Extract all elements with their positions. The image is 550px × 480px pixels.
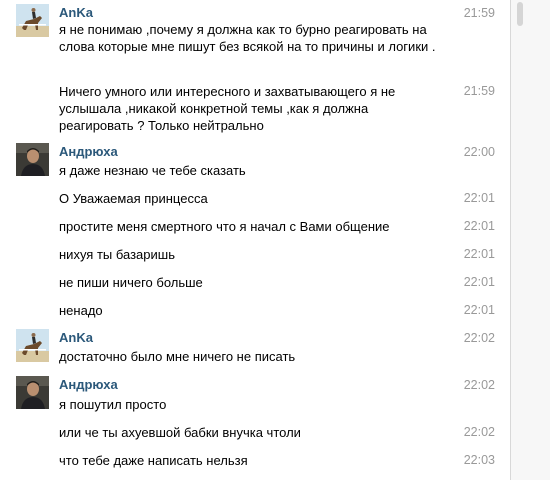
scrollbar[interactable] [510, 0, 550, 480]
message-time[interactable]: 22:01 [455, 275, 495, 289]
message-text: простите меня смертного что я начал с Ва… [59, 219, 390, 234]
message-time[interactable]: 22:01 [455, 303, 495, 317]
message-time[interactable]: 21:59 [455, 84, 495, 98]
message-text: не пиши ничего больше [59, 275, 203, 290]
message-time[interactable]: 22:01 [455, 191, 495, 205]
message-author[interactable]: AnKa [59, 330, 93, 345]
man-photo-avatar-icon [16, 376, 49, 409]
message-author[interactable]: Андрюха [59, 144, 118, 159]
horse-rider-avatar-icon [16, 4, 49, 37]
scrollbar-thumb[interactable] [517, 2, 523, 26]
man-photo-avatar-icon [16, 143, 49, 176]
message-text: достаточно было мне ничего не писать [59, 349, 296, 364]
message-text: О Уважаемая принцесса [59, 191, 208, 206]
message-time[interactable]: 22:02 [455, 425, 495, 439]
message-time[interactable]: 22:01 [455, 219, 495, 233]
message-text: я пошутил просто [59, 397, 167, 412]
avatar-andryukha[interactable] [16, 376, 49, 409]
message-time[interactable]: 22:02 [455, 331, 495, 345]
message-text: нихуя ты базаришь [59, 247, 175, 262]
message-text: я даже незнаю че тебе сказать [59, 163, 246, 178]
message-text: я не понимаю ,почему я должна как то бур… [59, 22, 436, 54]
message-time[interactable]: 22:00 [455, 145, 495, 159]
message-text: ненадо [59, 303, 103, 318]
message-time[interactable]: 22:02 [455, 378, 495, 392]
avatar-anka[interactable] [16, 329, 49, 362]
message-author[interactable]: Андрюха [59, 377, 118, 392]
horse-rider-avatar-icon [16, 329, 49, 362]
message-time[interactable]: 21:59 [455, 6, 495, 20]
avatar-andryukha[interactable] [16, 143, 49, 176]
message-time[interactable]: 22:03 [455, 453, 495, 467]
chat-history: AnKa я не понимаю ,почему я должна как т… [0, 0, 510, 480]
message-text: что тебе даже написать нельзя [59, 453, 248, 468]
message-time[interactable]: 22:01 [455, 247, 495, 261]
message-text: Ничего умного или интересного и захватыв… [59, 84, 396, 133]
avatar-anka[interactable] [16, 4, 49, 37]
message-author[interactable]: AnKa [59, 5, 93, 20]
message-text: или че ты ахуевшой бабки внучка чтоли [59, 425, 301, 440]
